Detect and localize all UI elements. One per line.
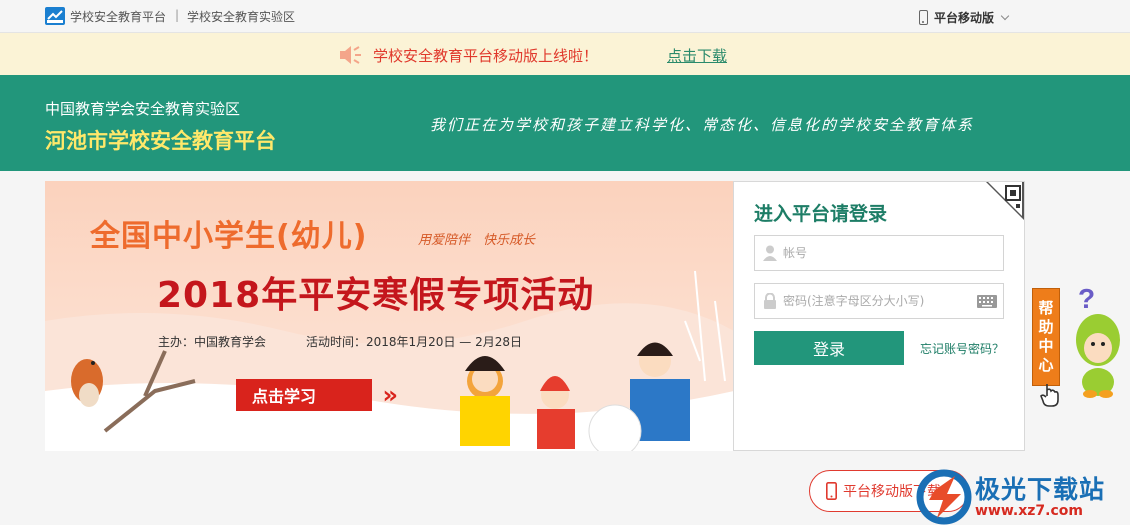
phone-icon xyxy=(919,9,928,25)
svg-text:?: ? xyxy=(1078,283,1095,314)
topbar-separator: | xyxy=(175,8,180,22)
help-center-button[interactable]: 帮 助 中 心 xyxy=(1032,288,1060,386)
banner-headline: 全国中小学生(幼儿) xyxy=(90,219,368,254)
password-field[interactable] xyxy=(754,283,1004,319)
chevron-down-icon xyxy=(1000,11,1010,20)
double-chevron-right-icon: » xyxy=(382,381,398,409)
logo-icon xyxy=(45,7,65,25)
forgot-password-link[interactable]: 忘记账号密码？ xyxy=(920,340,1004,357)
user-icon xyxy=(763,245,777,261)
lock-icon xyxy=(764,293,776,309)
activity-banner[interactable]: 全国中小学生(幼儿) 用爱陪伴 快乐成长 2018年平安寒假专项活动 主办：中国… xyxy=(45,181,734,451)
account-input[interactable] xyxy=(783,236,973,270)
study-button[interactable]: 点击学习 » xyxy=(236,379,398,411)
site-slogan: 我们正在为学校和孩子建立科学化、常态化、信息化的学校安全教育体系 xyxy=(430,116,975,134)
banner-activity-title: 2018年平安寒假专项活动 xyxy=(157,275,595,316)
site-title: 河池市学校安全教育平台 xyxy=(45,129,276,153)
download-link[interactable]: 点击下载 xyxy=(667,45,727,66)
mascot-icon: ? xyxy=(1076,283,1120,398)
mobile-version-label: 平台移动版 xyxy=(934,10,995,25)
speaker-icon xyxy=(340,46,361,64)
mobile-version-dropdown[interactable]: 平台移动版 xyxy=(919,7,1010,27)
banner-subtitle: 用爱陪伴 快乐成长 xyxy=(418,233,536,248)
help-char: 中 xyxy=(1038,337,1054,355)
watermark-logo-icon xyxy=(916,469,972,525)
org-name: 中国教育学会安全教育实验区 xyxy=(45,100,241,118)
help-char: 助 xyxy=(1038,318,1054,336)
study-button-label: 点击学习 xyxy=(252,387,317,406)
experiment-zone-link[interactable]: 学校安全教育实验区 xyxy=(187,8,295,25)
login-panel: 进入平台请登录 登录 忘记账号密码？ xyxy=(733,181,1025,451)
notice-text: 学校安全教育平台移动版上线啦！ xyxy=(373,47,599,65)
watermark-url: www.xz7.com xyxy=(975,503,1083,519)
top-bar: 学校安全教育平台 | 学校安全教育实验区 平台移动版 xyxy=(0,0,1130,33)
pointer-hand-icon xyxy=(1040,384,1059,407)
login-title: 进入平台请登录 xyxy=(754,203,888,225)
banner-host: 主办：中国教育学会 xyxy=(158,335,267,349)
login-button[interactable]: 登录 xyxy=(754,331,904,365)
account-field[interactable] xyxy=(754,235,1004,271)
help-char: 帮 xyxy=(1038,299,1054,317)
help-char: 心 xyxy=(1038,356,1054,374)
banner-time: 活动时间：2018年1月20日 — 2月28日 xyxy=(306,335,522,349)
password-input[interactable] xyxy=(783,284,973,318)
qr-code-icon[interactable] xyxy=(986,182,1024,220)
platform-home-link[interactable]: 学校安全教育平台 xyxy=(70,8,166,25)
watermark-name: 极光下载站 xyxy=(975,475,1106,504)
phone-icon xyxy=(826,482,837,500)
keyboard-icon[interactable] xyxy=(977,295,997,308)
